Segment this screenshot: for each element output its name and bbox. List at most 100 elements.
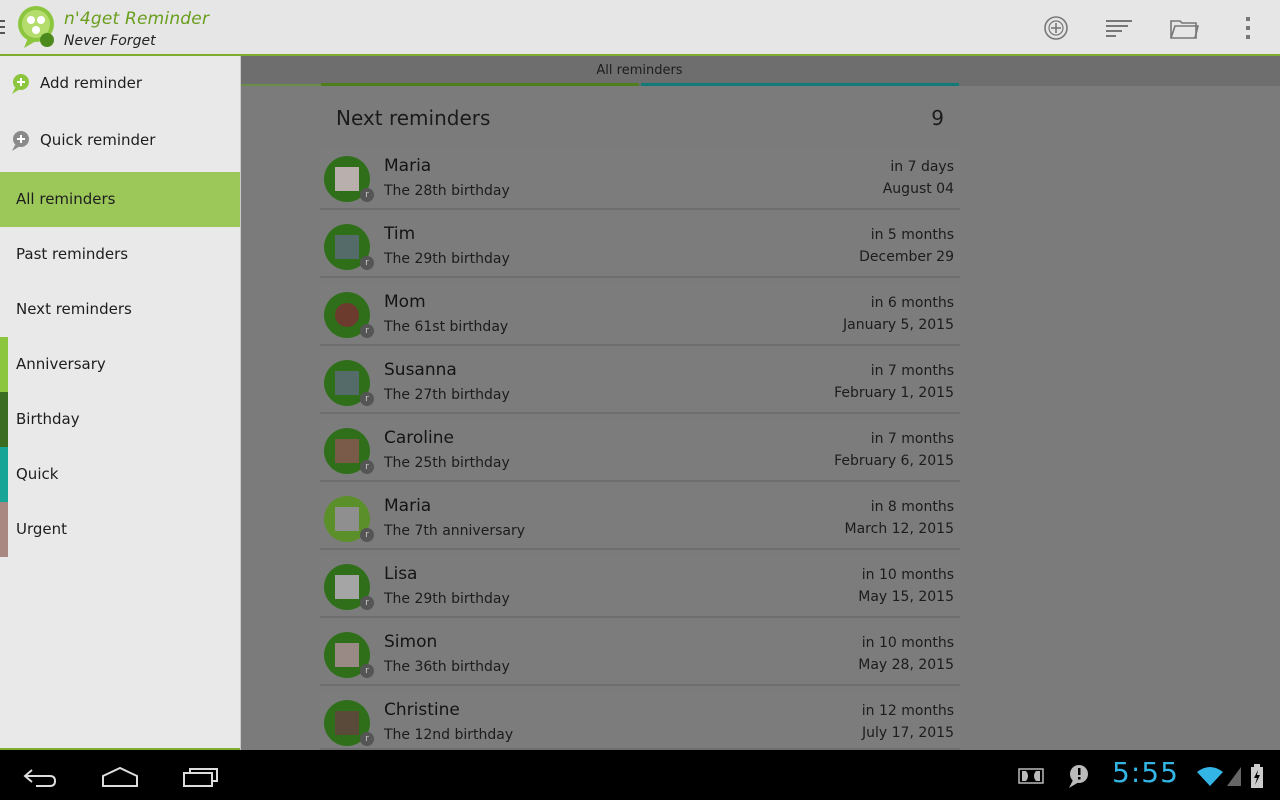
reminder-row[interactable]: r Caroline The 25th birthday in 7 months… xyxy=(320,420,960,482)
drawer-item-label: Birthday xyxy=(16,410,80,428)
drawer-toggle-icon[interactable] xyxy=(0,20,5,36)
reminder-name: Mom xyxy=(384,292,426,312)
reminder-relative-time: in 10 months xyxy=(861,635,954,651)
reminder-row[interactable]: r Lisa The 29th birthday in 10 months Ma… xyxy=(320,556,960,618)
reminder-name: Christine xyxy=(384,700,460,720)
add-bubble-icon xyxy=(12,74,29,94)
reminder-occasion: The 12nd birthday xyxy=(384,727,514,743)
reminder-relative-time: in 5 months xyxy=(870,227,954,243)
reminder-name: Lisa xyxy=(384,564,418,584)
reminder-row[interactable]: r Simon The 36th birthday in 10 months M… xyxy=(320,624,960,686)
signal-icon xyxy=(1227,767,1241,786)
reminder-date: July 17, 2015 xyxy=(862,725,954,741)
add-reminder-button[interactable]: Add reminder xyxy=(0,56,240,111)
app-logo-icon[interactable] xyxy=(14,4,60,50)
reminder-row[interactable]: r Mom The 61st birthday in 6 months Janu… xyxy=(320,284,960,346)
reminder-date: May 15, 2015 xyxy=(858,589,954,605)
drawer-item-next-reminders[interactable]: Next reminders xyxy=(0,282,240,337)
category-color-bar xyxy=(0,447,8,502)
reminder-relative-time: in 12 months xyxy=(861,703,954,719)
reminder-occasion: The 28th birthday xyxy=(384,183,510,199)
drawer-item-label: All reminders xyxy=(16,190,116,208)
reminder-relative-time: in 10 months xyxy=(861,567,954,583)
reminder-row[interactable]: r Susanna The 27th birthday in 7 months … xyxy=(320,352,960,414)
drawer-item-urgent[interactable]: Urgent xyxy=(0,502,240,557)
reminder-occasion: The 61st birthday xyxy=(384,319,509,335)
add-reminder-label: Add reminder xyxy=(40,74,143,92)
reminder-date: January 5, 2015 xyxy=(843,317,954,333)
drawer-item-birthday[interactable]: Birthday xyxy=(0,392,240,447)
repeat-badge: r xyxy=(360,324,374,338)
repeat-badge: r xyxy=(360,664,374,678)
circle-plus-icon[interactable] xyxy=(1041,13,1071,43)
reminder-row[interactable]: r Maria The 7th anniversary in 8 months … xyxy=(320,488,960,550)
drawer-item-past-reminders[interactable]: Past reminders xyxy=(0,227,240,282)
reminder-occasion: The 27th birthday xyxy=(384,387,510,403)
battery-charging-icon xyxy=(1251,764,1263,788)
reminder-date: February 1, 2015 xyxy=(834,385,954,401)
repeat-badge: r xyxy=(360,256,374,270)
recent-apps-icon[interactable] xyxy=(182,766,220,788)
app-title: n'4get Reminder xyxy=(64,9,210,29)
repeat-badge: r xyxy=(360,188,374,202)
quick-reminder-label: Quick reminder xyxy=(40,131,156,149)
category-color-bar xyxy=(0,502,8,557)
overflow-dots-icon[interactable] xyxy=(1233,13,1263,43)
reminder-date: February 6, 2015 xyxy=(834,453,954,469)
reminder-occasion: The 25th birthday xyxy=(384,455,510,471)
reminder-occasion: The 7th anniversary xyxy=(384,523,525,539)
drawer-item-label: Quick xyxy=(16,465,59,483)
reminder-relative-time: in 7 months xyxy=(870,363,954,379)
reminder-name: Caroline xyxy=(384,428,454,448)
reminder-name: Simon xyxy=(384,632,438,652)
reminder-date: May 28, 2015 xyxy=(858,657,954,673)
reminder-relative-time: in 7 days xyxy=(890,159,954,175)
drawer-item-quick[interactable]: Quick xyxy=(0,447,240,502)
reminder-name: Maria xyxy=(384,156,432,176)
reminder-date: August 04 xyxy=(882,181,954,197)
reminder-name: Maria xyxy=(384,496,432,516)
reminder-name: Tim xyxy=(384,224,416,244)
drawer-item-anniversary[interactable]: Anniversary xyxy=(0,337,240,392)
category-color-bar xyxy=(0,392,8,447)
reminder-occasion: The 36th birthday xyxy=(384,659,510,675)
list-title: Next reminders xyxy=(336,106,491,130)
repeat-badge: r xyxy=(360,392,374,406)
tab-all-reminders[interactable]: All reminders xyxy=(241,63,1038,78)
reminder-date: December 29 xyxy=(859,249,954,265)
wifi-icon xyxy=(1197,767,1223,786)
quick-reminder-button[interactable]: Quick reminder xyxy=(0,113,240,168)
system-nav-bar: 5:55 xyxy=(0,750,1280,800)
reminder-date: March 12, 2015 xyxy=(844,521,954,537)
drawer-item-all-reminders[interactable]: All reminders xyxy=(0,172,240,227)
category-color-bar xyxy=(0,337,8,392)
reminder-name: Susanna xyxy=(384,360,457,380)
tab-indicator-left xyxy=(321,83,639,86)
reminder-row[interactable]: r Christine The 12nd birthday in 12 mont… xyxy=(320,692,960,750)
clock: 5:55 xyxy=(1112,756,1179,789)
folder-icon[interactable] xyxy=(1169,13,1199,43)
action-bar: n'4get Reminder Never Forget xyxy=(0,0,1280,56)
back-icon[interactable] xyxy=(22,766,58,788)
tab-indicator-right xyxy=(641,83,959,86)
reminder-relative-time: in 6 months xyxy=(870,295,954,311)
tab-divider xyxy=(241,84,321,86)
repeat-badge: r xyxy=(360,528,374,542)
reminder-occasion: The 29th birthday xyxy=(384,251,510,267)
drawer-item-label: Urgent xyxy=(16,520,68,538)
reminder-occasion: The 29th birthday xyxy=(384,591,510,607)
drawer-item-label: Next reminders xyxy=(16,300,132,318)
app-subtitle: Never Forget xyxy=(64,33,156,49)
home-icon[interactable] xyxy=(101,766,139,788)
reminder-row[interactable]: r Maria The 28th birthday in 7 days Augu… xyxy=(320,148,960,210)
repeat-badge: r xyxy=(360,460,374,474)
tab-strip: All reminders xyxy=(241,56,1280,86)
repeat-badge: r xyxy=(360,732,374,746)
navigation-drawer: Add reminder Quick reminder All reminder… xyxy=(0,56,241,750)
list-count: 9 xyxy=(931,106,944,130)
repeat-badge: r xyxy=(360,596,374,610)
sort-lines-icon[interactable] xyxy=(1104,13,1134,43)
reminder-row[interactable]: r Tim The 29th birthday in 5 months Dece… xyxy=(320,216,960,278)
main-content: All reminders Next reminders 9 r Maria T… xyxy=(241,56,1280,750)
reminder-relative-time: in 7 months xyxy=(870,431,954,447)
